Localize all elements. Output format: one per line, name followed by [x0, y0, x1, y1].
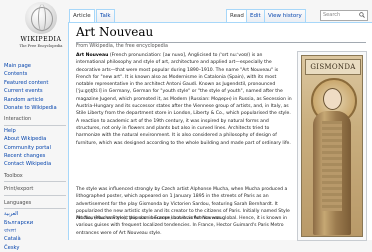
- sidebar-header-toolbox[interactable]: Toolbox: [4, 172, 66, 183]
- tab-view-history[interactable]: View history: [264, 9, 306, 23]
- sidebar-item-help[interactable]: Help: [4, 127, 66, 135]
- sidebar-item-donate[interactable]: Donate to Wikipedia: [4, 104, 66, 112]
- tab-view-history-label: View history: [268, 13, 302, 19]
- sidebar-item-main-page[interactable]: Main page: [4, 62, 66, 70]
- page-title: Art Nouveau: [76, 25, 154, 39]
- poster-robe: [313, 111, 351, 235]
- sidebar-language-link[interactable]: বাংলা: [4, 227, 66, 235]
- article-image-thumbnail[interactable]: GISMONDA: [297, 51, 367, 241]
- tab-talk[interactable]: Talk: [96, 9, 115, 23]
- tab-edit[interactable]: Edit: [246, 9, 265, 23]
- sidebar-item-featured-content[interactable]: Featured content: [4, 79, 66, 87]
- poster-title-label: GISMONDA: [305, 59, 361, 75]
- sidebar-item-community-portal[interactable]: Community portal: [4, 144, 66, 152]
- tab-talk-label: Talk: [100, 13, 111, 19]
- tab-article-label: Article: [73, 13, 91, 19]
- tab-edit-label: Edit: [250, 13, 261, 19]
- sidebar-header-interaction[interactable]: Interaction: [4, 115, 66, 126]
- sidebar-item-contact[interactable]: Contact Wikipedia: [4, 160, 66, 168]
- sidebar: Main page Contents Featured content Curr…: [4, 62, 66, 252]
- article-content: Art Nouveau From Wikipedia, the free enc…: [68, 22, 372, 241]
- sidebar-language-link[interactable]: Česky: [4, 244, 66, 252]
- article-paragraph-3: Art Nouveau was most popular in Europe, …: [76, 216, 288, 236]
- logo-tagline: The Free Encyclopedia: [19, 44, 63, 48]
- sidebar-language-link[interactable]: العربية: [4, 210, 66, 218]
- poster-face: [323, 88, 342, 110]
- sidebar-item-recent-changes[interactable]: Recent changes: [4, 152, 66, 160]
- article-lead-term: Art Nouveau: [76, 53, 109, 58]
- search-placeholder: Search: [323, 12, 341, 18]
- article-source-line: From Wikipedia, the free encyclopedia: [76, 44, 168, 49]
- sidebar-item-current-events[interactable]: Current events: [4, 87, 66, 95]
- sidebar-header-languages[interactable]: Languages: [4, 199, 66, 210]
- sidebar-header-print-export[interactable]: Print/export: [4, 185, 66, 196]
- article-paragraph-1-text: (French pronunciation: [aʁ nuvo], Anglic…: [76, 53, 292, 146]
- sidebar-item-random-article[interactable]: Random article: [4, 96, 66, 104]
- tab-read-label: Read: [230, 13, 244, 19]
- wikipedia-logo[interactable]: WIKIPEDIA The Free Encyclopedia: [10, 2, 72, 62]
- logo-wordmark: WIKIPEDIA: [20, 36, 62, 43]
- sidebar-item-about[interactable]: About Wikipedia: [4, 135, 66, 143]
- gismonda-poster-image[interactable]: GISMONDA: [301, 55, 363, 237]
- search-icon[interactable]: [359, 12, 365, 18]
- search-input[interactable]: Search: [320, 10, 368, 21]
- sidebar-language-link[interactable]: Български: [4, 219, 66, 227]
- tab-read[interactable]: Read: [226, 9, 248, 23]
- sidebar-item-contents[interactable]: Contents: [4, 70, 66, 78]
- article-paragraph-1: Art Nouveau (French pronunciation: [aʁ n…: [76, 52, 292, 147]
- title-divider: [76, 42, 366, 43]
- puzzle-globe-icon: [25, 2, 57, 34]
- tab-article[interactable]: Article: [69, 9, 95, 23]
